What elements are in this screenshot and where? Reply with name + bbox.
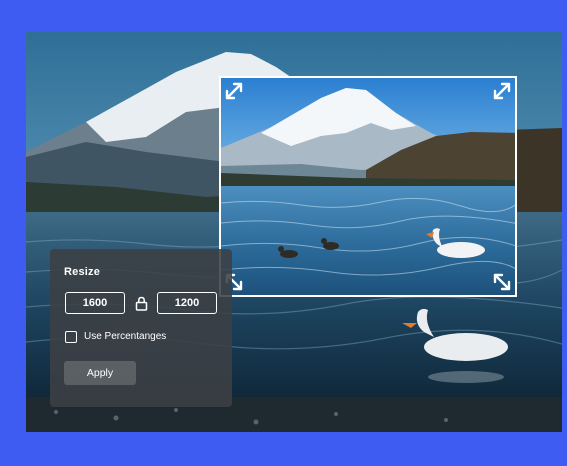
crop-preview: [221, 78, 515, 295]
use-percentages-label: Use Percentanges: [84, 331, 167, 342]
expand-top-right-icon[interactable]: [491, 80, 513, 102]
width-input[interactable]: [65, 292, 125, 314]
panel-title: Resize: [64, 266, 101, 278]
use-percentages-checkbox[interactable]: [65, 331, 77, 343]
crop-selection[interactable]: [219, 76, 517, 297]
height-input[interactable]: [157, 292, 217, 314]
expand-top-left-icon[interactable]: [223, 80, 245, 102]
resize-panel: Resize Use Percentanges Apply: [50, 249, 232, 407]
apply-button[interactable]: Apply: [64, 361, 136, 385]
lock-icon[interactable]: [135, 296, 148, 311]
expand-bottom-right-icon[interactable]: [491, 271, 513, 293]
